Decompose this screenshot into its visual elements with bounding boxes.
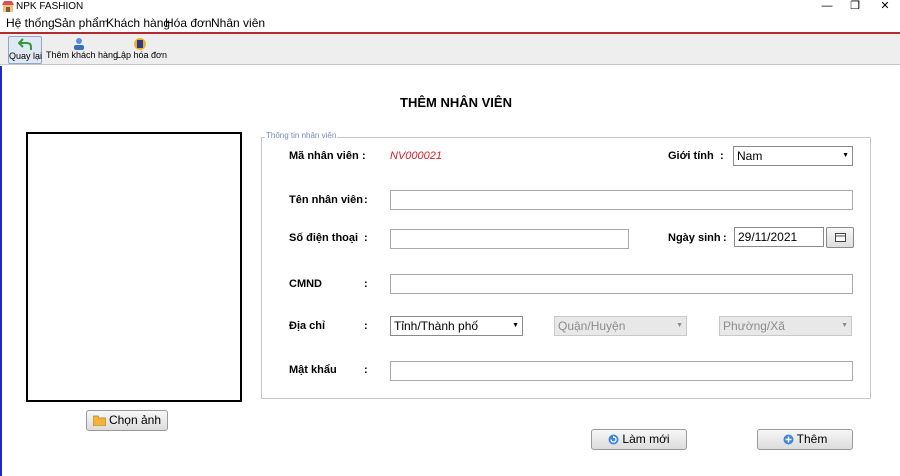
add-customer-label: Thêm khách hàng bbox=[46, 50, 119, 60]
phone-colon: : bbox=[364, 232, 368, 244]
gender-value: Nam bbox=[737, 149, 763, 163]
menu-bar: Hệ thống Sản phẩm Khách hàng Hóa đơn Nhâ… bbox=[0, 14, 900, 32]
choose-photo-label: Chọn ảnh bbox=[108, 413, 162, 427]
gender-colon: : bbox=[720, 150, 724, 162]
id-card-label: CMND bbox=[289, 278, 322, 290]
menu-he-thong[interactable]: Hệ thống bbox=[6, 16, 55, 30]
ward-value: Phường/Xã bbox=[723, 319, 785, 333]
password-field[interactable] bbox=[390, 361, 853, 381]
minimize-button[interactable]: — bbox=[812, 0, 842, 14]
chevron-down-icon: ▼ bbox=[512, 322, 519, 329]
birthdate-field[interactable]: 29/11/2021 bbox=[734, 227, 824, 247]
page-title: THÊM NHÂN VIÊN bbox=[400, 95, 512, 110]
add-customer-button[interactable]: Thêm khách hàng bbox=[46, 36, 118, 64]
plus-circle-icon bbox=[783, 434, 794, 445]
add-label: Thêm bbox=[796, 432, 828, 446]
close-button[interactable]: ✕ bbox=[870, 0, 900, 14]
menu-hoa-don[interactable]: Hóa đơn bbox=[165, 16, 212, 30]
gender-label: Giới tính bbox=[668, 150, 714, 162]
toolbar: Quay lại Thêm khách hàng Lập hóa đơn bbox=[0, 32, 900, 65]
district-select[interactable]: Quận/Huyện ▼ bbox=[554, 316, 687, 336]
password-colon: : bbox=[364, 364, 368, 376]
chevron-down-icon: ▼ bbox=[676, 322, 683, 329]
refresh-button[interactable]: Làm mới bbox=[591, 429, 687, 450]
id-card-field[interactable] bbox=[390, 274, 853, 294]
refresh-icon bbox=[608, 434, 619, 445]
add-employee-button[interactable]: Thêm bbox=[757, 429, 853, 450]
back-button[interactable]: Quay lại bbox=[8, 36, 42, 64]
folder-icon bbox=[92, 415, 106, 426]
create-invoice-button[interactable]: Lập hóa đơn bbox=[116, 36, 167, 64]
ward-select[interactable]: Phường/Xã ▼ bbox=[719, 316, 852, 336]
name-label: Tên nhân viên bbox=[289, 194, 363, 206]
phone-label: Số điện thoại bbox=[289, 232, 359, 244]
group-title: Thông tin nhân viên bbox=[265, 131, 338, 140]
choose-photo-button[interactable]: Chọn ảnh bbox=[86, 410, 168, 431]
chevron-down-icon: ▼ bbox=[842, 152, 849, 159]
district-value: Quận/Huyện bbox=[558, 319, 626, 333]
name-field[interactable] bbox=[390, 190, 853, 210]
name-colon: : bbox=[364, 194, 368, 206]
id-card-colon: : bbox=[364, 278, 368, 290]
address-label: Địa chỉ bbox=[289, 320, 326, 332]
store-icon bbox=[2, 1, 14, 12]
password-label: Mật khẩu bbox=[289, 364, 337, 376]
window-title: NPK FASHION bbox=[16, 1, 84, 12]
calendar-icon bbox=[835, 233, 846, 242]
restore-button[interactable]: ❐ bbox=[840, 0, 870, 14]
employee-id-value: NV000021 bbox=[390, 150, 442, 162]
add-customer-icon bbox=[74, 38, 84, 50]
title-bar: NPK FASHION — ❐ ✕ bbox=[0, 0, 900, 14]
menu-san-pham[interactable]: Sản phẩm bbox=[54, 16, 109, 30]
birthdate-colon: : bbox=[723, 232, 727, 244]
employee-photo bbox=[26, 132, 242, 402]
date-picker-button[interactable] bbox=[826, 227, 854, 248]
create-invoice-label: Lập hóa đơn bbox=[116, 50, 167, 60]
menu-khach-hang[interactable]: Khách hàng bbox=[106, 16, 170, 30]
employee-id-colon: : bbox=[362, 150, 366, 162]
refresh-label: Làm mới bbox=[622, 432, 670, 446]
back-arrow-icon bbox=[18, 38, 32, 50]
menu-nhan-vien[interactable]: Nhân viên bbox=[211, 16, 265, 30]
phone-field[interactable] bbox=[390, 229, 629, 249]
invoice-icon bbox=[134, 38, 146, 50]
address-colon: : bbox=[364, 320, 368, 332]
province-value: Tỉnh/Thành phố bbox=[394, 319, 479, 333]
chevron-down-icon: ▼ bbox=[841, 322, 848, 329]
back-button-label: Quay lại bbox=[9, 51, 43, 61]
left-border bbox=[0, 66, 2, 476]
gender-select[interactable]: Nam ▼ bbox=[733, 146, 853, 166]
birthdate-label: Ngày sinh bbox=[668, 232, 721, 244]
employee-id-label: Mã nhân viên bbox=[289, 150, 359, 162]
employee-info-group bbox=[261, 137, 871, 399]
province-select[interactable]: Tỉnh/Thành phố ▼ bbox=[390, 316, 523, 336]
